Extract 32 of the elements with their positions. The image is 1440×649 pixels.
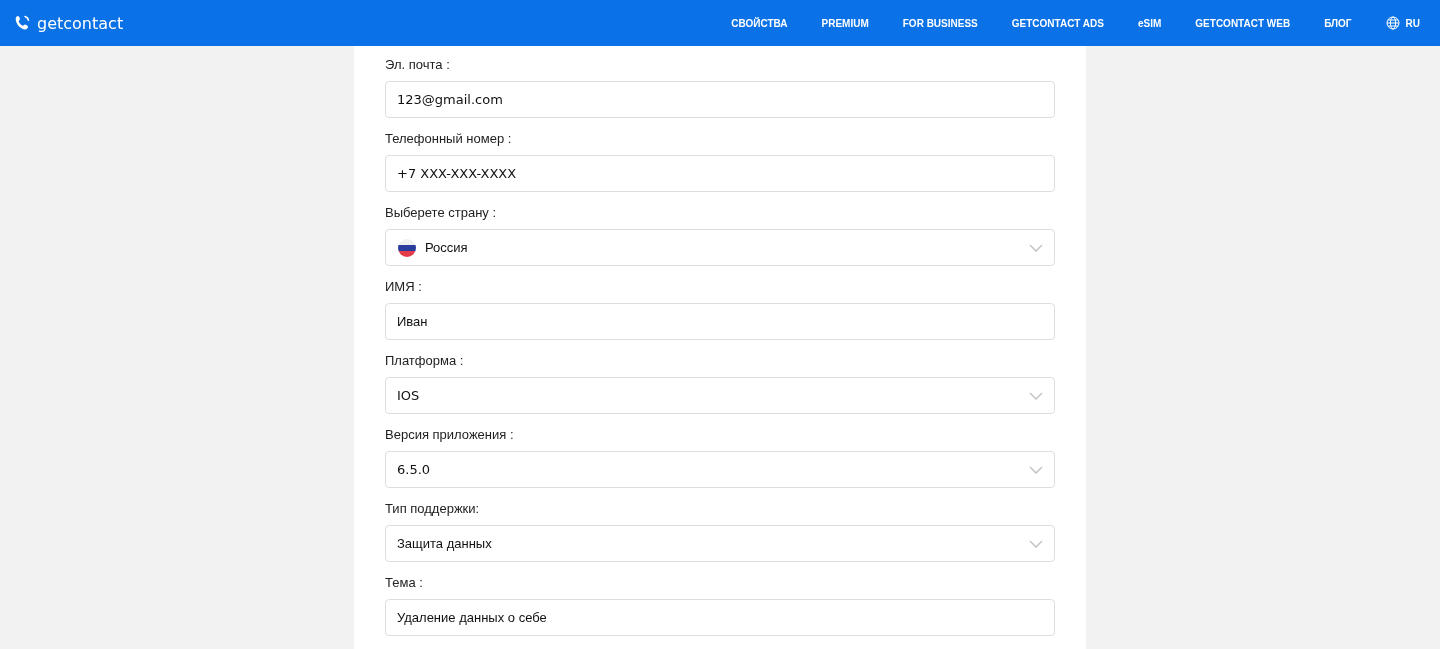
chevron-down-icon [1029,465,1043,474]
nav-link[interactable]: БЛОГ [1324,17,1352,29]
language-link[interactable]: RU [1385,16,1420,30]
select-field[interactable]: 6.5.0 [385,451,1055,488]
chevron-down-icon [1029,243,1043,252]
select-field[interactable]: Защита данных [385,525,1055,562]
field-label: Выберете страну : [385,204,498,222]
logo-text[interactable]: getcontact [37,13,124,33]
chevron-down-icon [1029,391,1043,400]
field-label: Тип поддержки: [385,500,481,518]
flag-icon [397,237,417,258]
select-field[interactable]: Россия [385,229,1055,266]
input-field[interactable]: +7 XXX-XXX-XXXX [385,155,1055,192]
field-label: Телефонный номер : [385,130,513,148]
nav-link[interactable]: GETCONTACT WEB [1195,17,1291,29]
nav-link[interactable]: FOR BUSINESS [902,17,978,29]
field-label: Версия приложения : [385,426,515,444]
chevron-down-icon [1029,539,1043,548]
field-label: Тема : [385,574,424,592]
globe-icon [1385,16,1400,30]
nav-link[interactable]: СВОЙСТВА [731,17,788,29]
nav-link[interactable]: GETCONTACT ADS [1011,17,1104,29]
field-label: ИМЯ : [385,278,423,296]
phone-icon [14,14,32,32]
input-field[interactable]: 123@gmail.com [385,81,1055,118]
input-field[interactable]: Удаление данных о себе [385,599,1055,636]
nav-link[interactable]: PREMIUM [821,17,869,29]
field-label: Эл. почта : [385,56,451,74]
field-label: Платформа : [385,352,465,370]
nav-link[interactable]: eSIM [1138,17,1162,29]
select-field[interactable]: IOS [385,377,1055,414]
input-field[interactable]: Иван [385,303,1055,340]
